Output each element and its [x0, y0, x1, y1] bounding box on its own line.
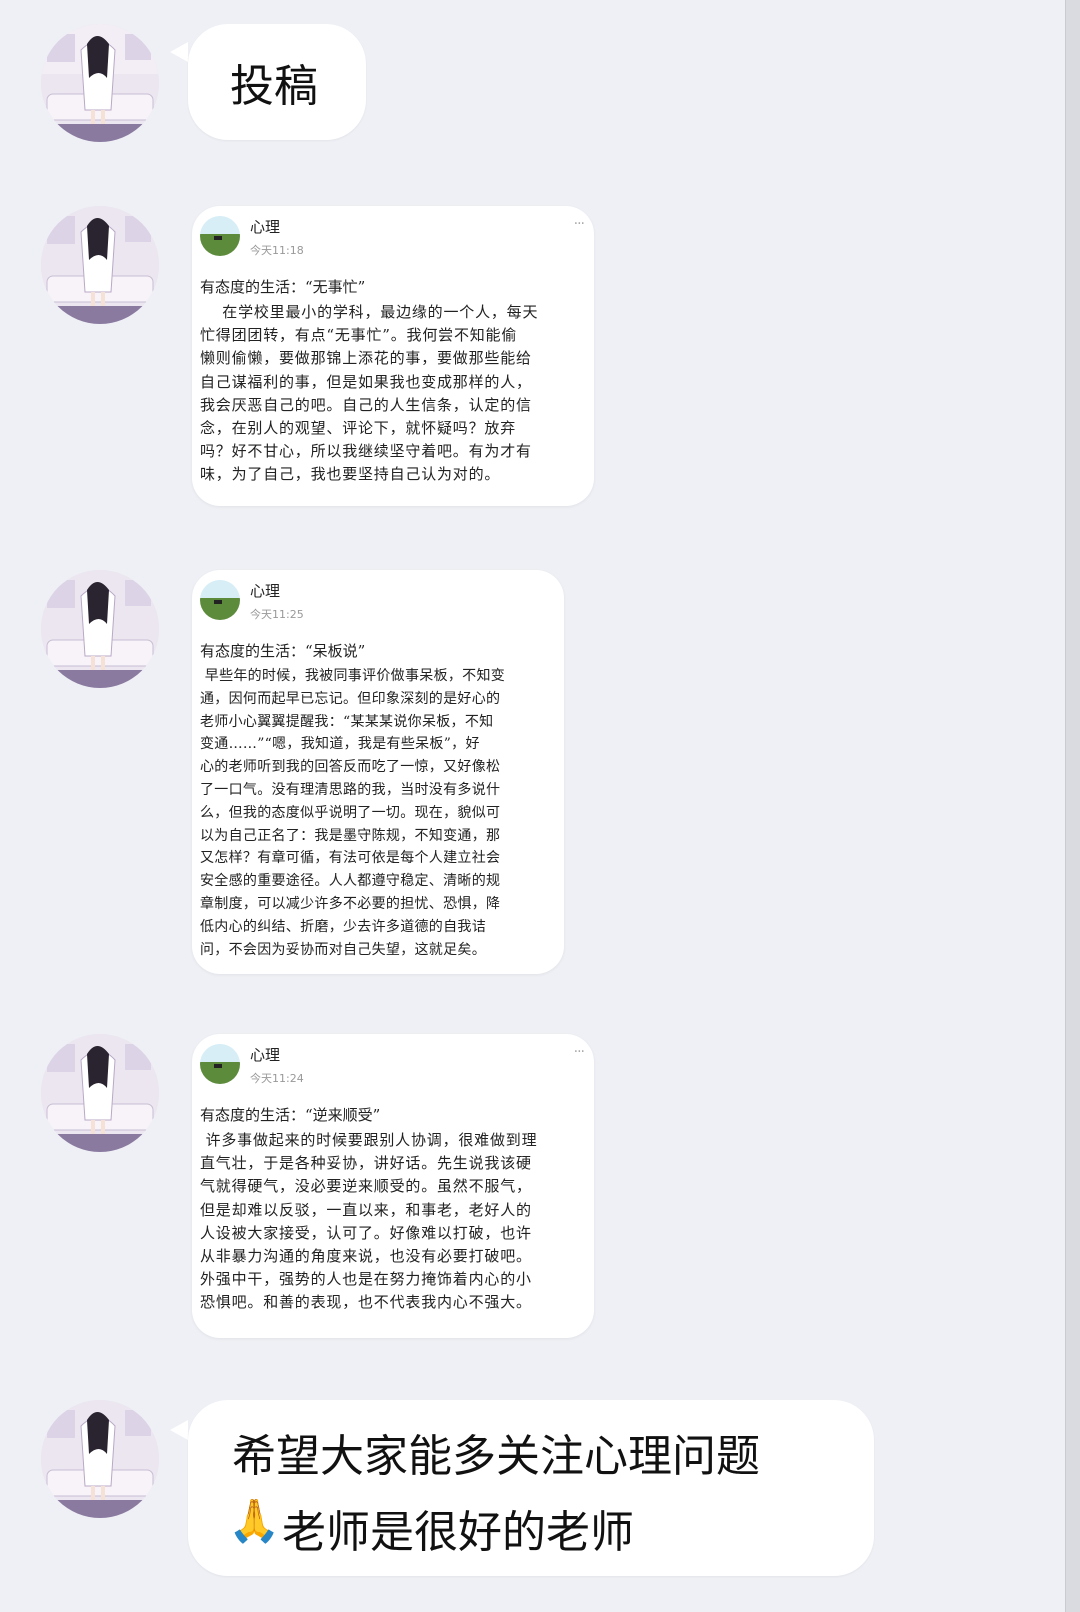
- post-time: 今天11:18: [250, 244, 304, 257]
- avatar[interactable]: [41, 206, 159, 324]
- message-bubble[interactable]: 投稿: [188, 24, 366, 140]
- post-time: 今天11:24: [250, 1072, 304, 1085]
- more-icon[interactable]: ···: [574, 1044, 585, 1060]
- post-body: 早些年的时候，我被同事评价做事呆板，不知变 通，因何而起早已忘记。但印象深刻的是…: [200, 668, 506, 958]
- message-text-line2: 老师是很好的老师: [282, 1507, 634, 1558]
- avatar[interactable]: [41, 570, 159, 688]
- post-author-avatar: [200, 216, 240, 256]
- message-row: 心理 今天11:24 ··· 有态度的生活：“逆来顺受” 许多事做起来的时候要跟…: [0, 1030, 1066, 1340]
- post-author-avatar: [200, 1044, 240, 1084]
- message-row: 投稿: [0, 20, 1066, 150]
- avatar[interactable]: [41, 1400, 159, 1518]
- message-bubble[interactable]: 希望大家能多关注心理问题 🙏 老师是很好的老师: [188, 1400, 874, 1576]
- scrollbar[interactable]: [1065, 0, 1080, 1612]
- praying-hands-icon: 🙏: [228, 1496, 281, 1545]
- shared-post-card[interactable]: 心理 今天11:24 ··· 有态度的生活：“逆来顺受” 许多事做起来的时候要跟…: [192, 1034, 594, 1338]
- chat-area: 投稿 心理 今天11:18 ··· 有态度的生活：“无事忙” 在学校里最小的学科…: [0, 0, 1066, 1612]
- post-author-avatar: [200, 580, 240, 620]
- post-author-name: 心理: [250, 1046, 281, 1064]
- message-row: 心理 今天11:25 有态度的生活：“呆板说” 早些年的时候，我被同事评价做事呆…: [0, 566, 1066, 976]
- more-icon[interactable]: ···: [574, 216, 585, 232]
- avatar[interactable]: [41, 24, 159, 142]
- shared-post-card[interactable]: 心理 今天11:25 有态度的生活：“呆板说” 早些年的时候，我被同事评价做事呆…: [192, 570, 564, 974]
- post-title: 有态度的生活：“呆板说”: [200, 642, 366, 660]
- post-title: 有态度的生活：“逆来顺受”: [200, 1106, 381, 1124]
- message-row: 希望大家能多关注心理问题 🙏 老师是很好的老师: [0, 1390, 1066, 1590]
- message-text: 投稿: [230, 61, 318, 112]
- post-title: 有态度的生活：“无事忙”: [200, 278, 366, 296]
- post-body: 许多事做起来的时候要跟别人协调，很难做到理 直气壮，于是各种妥协，讲好话。先生说…: [200, 1131, 538, 1312]
- message-text-line1: 希望大家能多关注心理问题: [232, 1431, 760, 1482]
- bubble-tail: [170, 1420, 188, 1440]
- post-time: 今天11:25: [250, 608, 304, 621]
- message-row: 心理 今天11:18 ··· 有态度的生活：“无事忙” 在学校里最小的学科，最边…: [0, 198, 1066, 508]
- post-author-name: 心理: [250, 218, 281, 236]
- avatar[interactable]: [41, 1034, 159, 1152]
- post-author-name: 心理: [250, 582, 281, 600]
- shared-post-card[interactable]: 心理 今天11:18 ··· 有态度的生活：“无事忙” 在学校里最小的学科，最边…: [192, 206, 594, 506]
- bubble-tail: [170, 42, 188, 62]
- post-body: 在学校里最小的学科，最边缘的一个人，每天 忙得团团转，有点“无事忙”。我何尝不知…: [200, 303, 539, 484]
